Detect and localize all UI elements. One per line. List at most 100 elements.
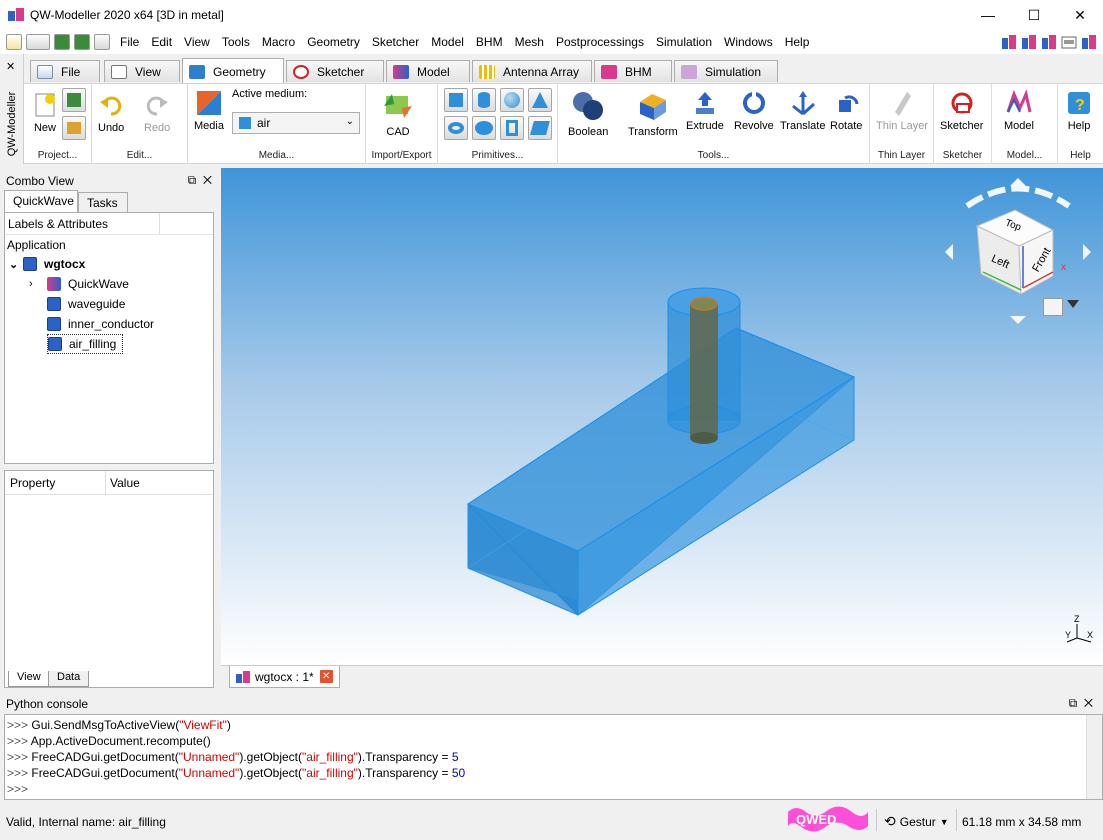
qw-view-icon[interactable] xyxy=(1041,34,1057,50)
menu-simulation[interactable]: Simulation xyxy=(650,30,718,54)
new-doc-icon[interactable] xyxy=(6,34,22,50)
antenna-array-icon xyxy=(479,64,495,79)
expand-arrow-icon[interactable]: ⌄ xyxy=(9,258,23,271)
python-console-controls[interactable]: ⧉ ✕ xyxy=(1069,696,1093,711)
thin-layer-button[interactable]: Thin Layer xyxy=(876,90,928,132)
menu-sketcher[interactable]: Sketcher xyxy=(366,30,425,54)
tab-tasks[interactable]: Tasks xyxy=(78,192,128,212)
edit-group-label[interactable]: Edit... xyxy=(92,150,187,161)
menu-help[interactable]: Help xyxy=(779,30,816,54)
redo-button[interactable]: Redo xyxy=(144,92,170,134)
media-group-label[interactable]: Media... xyxy=(188,150,365,161)
menu-model[interactable]: Model xyxy=(425,30,470,54)
help-button[interactable]: ? Help xyxy=(1066,90,1092,132)
menu-mesh[interactable]: Mesh xyxy=(509,30,550,54)
wedge-primitive-button[interactable] xyxy=(528,116,552,140)
view-menu-arrow-icon[interactable] xyxy=(1067,300,1079,308)
revolve-button[interactable]: Revolve xyxy=(734,90,774,132)
tree-item-inner-conductor[interactable]: inner_conductor xyxy=(47,314,154,334)
minimize-button[interactable]: — xyxy=(965,0,1011,30)
save-as-icon[interactable] xyxy=(74,34,90,50)
qw-simulator-icon[interactable] xyxy=(1021,34,1037,50)
close-document-icon[interactable]: ✕ xyxy=(319,670,333,683)
tree-item-air-filling[interactable]: air_filling xyxy=(47,334,124,354)
tab-data-properties[interactable]: Data xyxy=(48,671,90,687)
console-scrollbar[interactable] xyxy=(1086,715,1102,799)
model-group-label[interactable]: Model... xyxy=(992,150,1057,161)
macro-icon[interactable] xyxy=(94,34,110,50)
tab-file[interactable]: File xyxy=(30,60,100,82)
sphere-primitive-button[interactable] xyxy=(500,88,524,112)
tree-root-item[interactable]: ⌄ wgtocx xyxy=(9,254,85,274)
menu-edit[interactable]: Edit xyxy=(145,30,178,54)
thin-layer-group: Thin Layer Thin Layer xyxy=(870,84,934,164)
menu-bhm[interactable]: BHM xyxy=(470,30,509,54)
tab-bhm[interactable]: BHM xyxy=(594,60,672,82)
navigation-style-button[interactable]: ⟲ Gestur ▼ xyxy=(884,813,949,830)
sketcher-button[interactable]: Sketcher xyxy=(940,90,983,132)
cone-primitive-button[interactable] xyxy=(528,88,552,112)
translate-button[interactable]: Translate xyxy=(780,90,825,132)
side-panel: ✕ QW-Modeller xyxy=(0,54,24,164)
tab-view[interactable]: View xyxy=(104,60,180,82)
menu-tools[interactable]: Tools xyxy=(216,30,256,54)
tab-simulation[interactable]: Simulation xyxy=(674,60,778,82)
extrude-button[interactable]: Extrude xyxy=(686,90,724,132)
side-panel-close-button[interactable]: ✕ xyxy=(6,60,15,73)
new-button[interactable]: New xyxy=(32,92,58,134)
3d-viewport[interactable]: Top Left Front x Z Y X xyxy=(221,168,1103,665)
tools-group-label[interactable]: Tools... xyxy=(558,150,869,161)
cylinder-primitive-button[interactable] xyxy=(472,88,496,112)
save-icon[interactable] xyxy=(54,34,70,50)
media-button[interactable]: Media xyxy=(194,90,224,132)
menu-macro[interactable]: Macro xyxy=(256,30,301,54)
qw-www-icon[interactable] xyxy=(1061,34,1077,50)
qw-help-icon[interactable] xyxy=(1081,34,1097,50)
collapse-arrow-icon[interactable]: › xyxy=(29,278,47,290)
column-divider[interactable] xyxy=(105,471,106,495)
save-project-button[interactable] xyxy=(62,88,86,112)
menu-windows[interactable]: Windows xyxy=(718,30,779,54)
rotate-button[interactable]: Rotate xyxy=(830,90,862,132)
box-primitive-button[interactable] xyxy=(444,88,468,112)
tree-item-waveguide[interactable]: waveguide xyxy=(47,294,125,314)
open-icon[interactable] xyxy=(26,34,50,50)
tab-sketcher[interactable]: Sketcher xyxy=(286,60,384,82)
solid-icon xyxy=(47,317,61,331)
tab-quickwave[interactable]: QuickWave xyxy=(4,190,78,212)
primitives-group-label[interactable]: Primitives... xyxy=(438,150,557,161)
menu-file[interactable]: File xyxy=(114,30,145,54)
tree-header: Labels & Attributes xyxy=(5,213,213,235)
tab-model[interactable]: Model xyxy=(386,60,470,82)
undo-button[interactable]: Undo xyxy=(98,92,124,134)
combo-view-controls[interactable]: ⧉ ✕ xyxy=(188,173,212,188)
torus-primitive-button[interactable] xyxy=(444,116,468,140)
view-menu-cube-icon[interactable] xyxy=(1043,298,1063,316)
transform-button[interactable]: Transform xyxy=(628,90,678,138)
menu-geometry[interactable]: Geometry xyxy=(301,30,366,54)
inner-conductor-solid[interactable] xyxy=(690,297,718,444)
cad-button[interactable]: CAD xyxy=(380,90,416,138)
close-button[interactable]: ✕ xyxy=(1057,0,1103,30)
tree-item-quickwave[interactable]: › QuickWave xyxy=(29,274,129,294)
maximize-button[interactable]: ☐ xyxy=(1011,0,1057,30)
qw-editor-icon[interactable] xyxy=(1001,34,1017,50)
tube-primitive-button[interactable] xyxy=(500,116,524,140)
console-input-line[interactable]: >>> xyxy=(7,781,1100,797)
tab-antenna-array[interactable]: Antenna Array xyxy=(472,60,592,82)
document-tab[interactable]: wgtocx : 1* ✕ xyxy=(229,666,340,688)
open-project-button[interactable] xyxy=(62,116,86,140)
active-medium-select[interactable]: air ⌄ xyxy=(232,112,360,134)
project-group-label[interactable]: Project... xyxy=(24,150,91,161)
menu-postprocessings[interactable]: Postprocessings xyxy=(550,30,650,54)
model-button[interactable]: Model xyxy=(1004,90,1034,132)
ellipsoid-primitive-button[interactable] xyxy=(472,116,496,140)
menu-view[interactable]: View xyxy=(178,30,216,54)
help-group: ? Help Help xyxy=(1058,84,1103,164)
tab-view-properties[interactable]: View xyxy=(8,671,50,687)
waveguide-solid[interactable] xyxy=(467,327,855,616)
navigation-cube[interactable]: Top Left Front x xyxy=(943,176,1093,326)
tab-geometry[interactable]: Geometry xyxy=(182,58,284,84)
boolean-button[interactable]: Boolean xyxy=(568,90,608,138)
python-console[interactable]: >>> Gui.SendMsgToActiveView("ViewFit") >… xyxy=(4,714,1103,800)
